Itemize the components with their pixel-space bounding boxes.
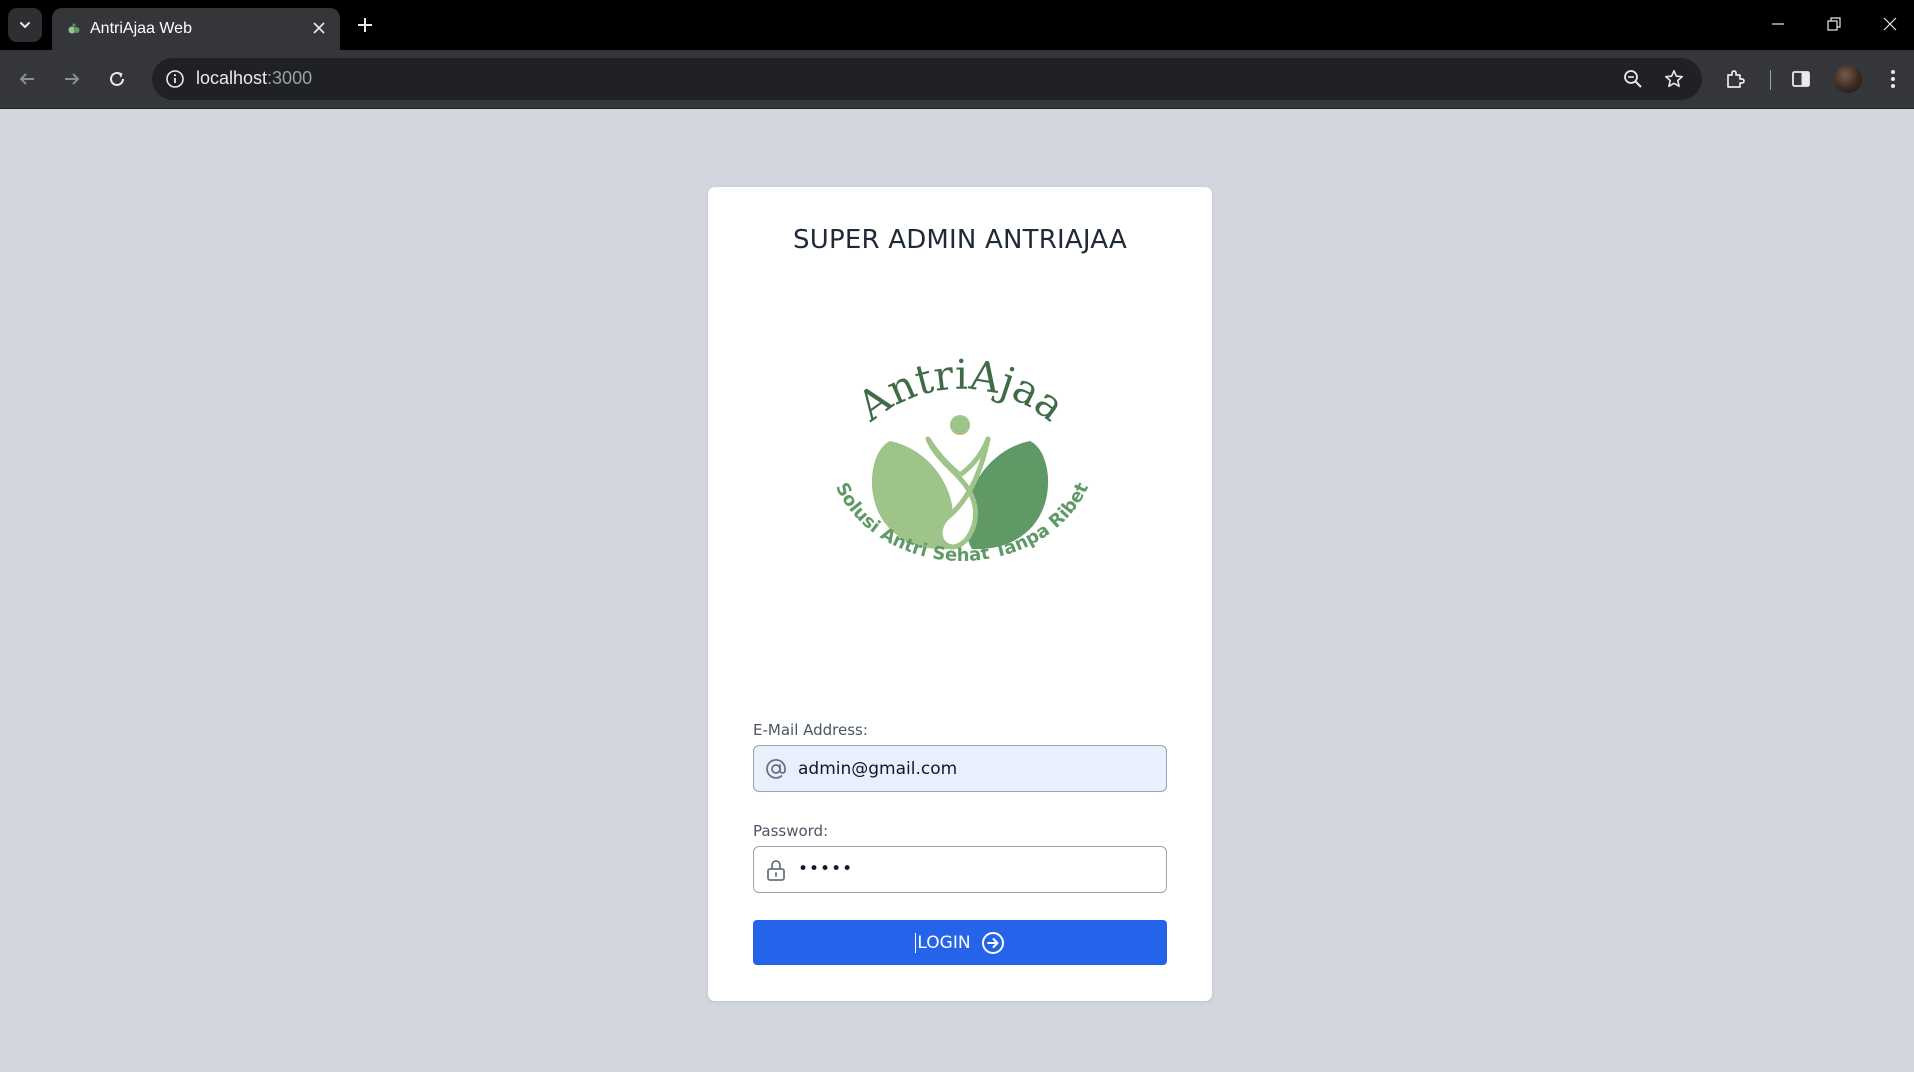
minimize-button[interactable] <box>1758 8 1798 40</box>
close-window-button[interactable] <box>1870 8 1910 40</box>
new-tab-button[interactable] <box>352 12 378 38</box>
arrow-left-icon <box>19 73 34 85</box>
figure-head <box>950 415 970 435</box>
info-icon <box>166 70 184 88</box>
browser-tab-strip: AntriAjaa Web <box>0 0 1914 50</box>
chevron-down-icon <box>20 22 30 29</box>
star-icon <box>1665 70 1683 88</box>
browser-toolbar: localhost:3000 <box>0 50 1914 109</box>
arrow-right-icon <box>65 73 80 85</box>
url-port: :3000 <box>267 68 313 88</box>
reload-button[interactable] <box>100 62 134 96</box>
restore-icon <box>1827 17 1841 31</box>
plus-icon <box>358 18 372 32</box>
profile-avatar[interactable] <box>1834 65 1862 93</box>
tab-title: AntriAjaa Web <box>90 20 192 37</box>
login-card: SUPER ADMIN ANTRIAJAA AntriAjaa Solusi A… <box>708 187 1212 1001</box>
antriajaa-logo: AntriAjaa Solusi Antri Sehat Tanpa Ribet <box>831 351 1093 566</box>
zoom-out-icon <box>1624 70 1642 88</box>
favicon-icon <box>68 23 80 34</box>
tab-search-button[interactable] <box>8 8 42 42</box>
login-button[interactable]: LOGIN <box>753 920 1167 965</box>
restore-button[interactable] <box>1814 8 1854 40</box>
close-icon <box>1883 17 1897 31</box>
minimize-icon <box>1772 23 1784 25</box>
browser-menu-button[interactable] <box>1876 62 1910 96</box>
at-icon <box>764 757 788 781</box>
site-info-button[interactable] <box>162 66 188 92</box>
more-vertical-icon <box>1891 70 1895 88</box>
tab-close-button[interactable] <box>308 17 330 39</box>
arrow-right-circle-icon <box>981 931 1004 954</box>
url-text[interactable]: localhost:3000 <box>196 68 312 89</box>
password-input[interactable]: ••••• <box>798 847 1158 892</box>
email-input[interactable] <box>798 746 1158 791</box>
lock-icon <box>764 858 788 882</box>
side-panel-button[interactable] <box>1784 62 1818 96</box>
email-field[interactable] <box>753 745 1167 792</box>
puzzle-icon <box>1727 70 1745 88</box>
zoom-button[interactable] <box>1620 66 1646 92</box>
browser-tab[interactable]: AntriAjaa Web <box>52 8 340 50</box>
reload-icon <box>110 71 124 86</box>
toolbar-divider <box>1770 70 1771 90</box>
extensions-button[interactable] <box>1718 62 1752 96</box>
login-button-label: LOGIN <box>915 932 971 953</box>
password-field[interactable]: ••••• <box>753 846 1167 893</box>
page-title: SUPER ADMIN ANTRIAJAA <box>793 225 1127 255</box>
close-icon <box>313 22 325 34</box>
back-button[interactable] <box>10 62 44 96</box>
password-label: Password: <box>753 822 829 840</box>
forward-button[interactable] <box>55 62 89 96</box>
side-panel-icon <box>1792 71 1810 87</box>
address-bar[interactable]: localhost:3000 <box>152 58 1702 100</box>
email-label: E-Mail Address: <box>753 721 868 739</box>
url-host: localhost <box>196 68 268 88</box>
bookmark-button[interactable] <box>1661 66 1687 92</box>
